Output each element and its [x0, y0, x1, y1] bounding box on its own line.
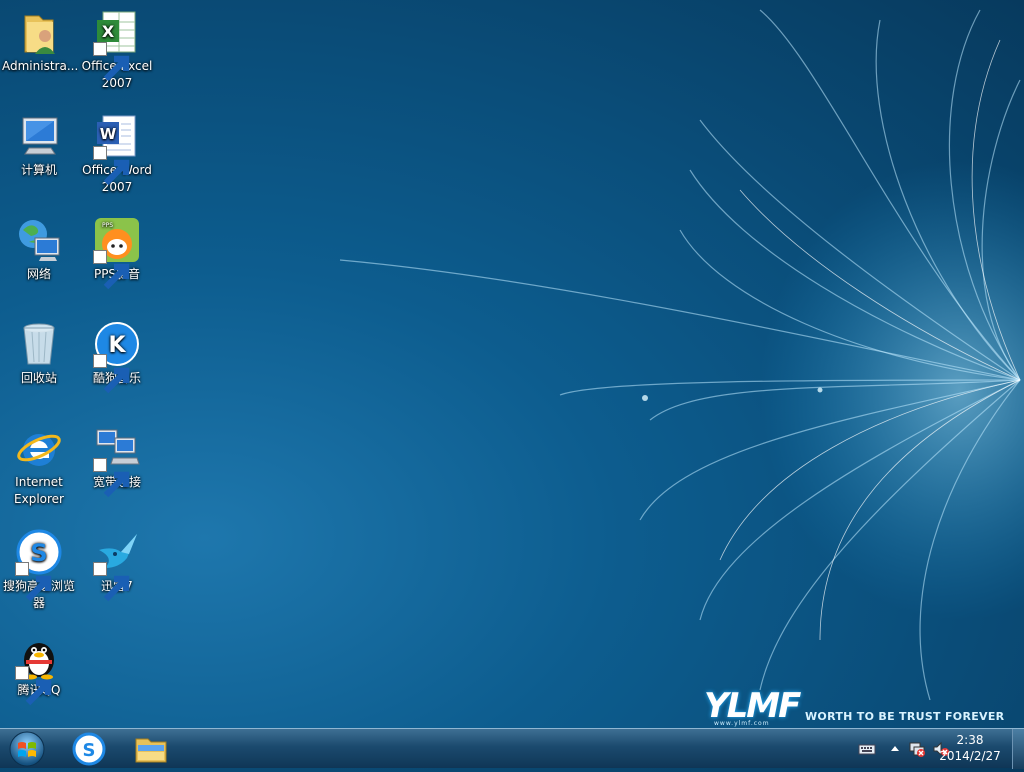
tray-arrow-icon [891, 746, 899, 751]
brand-url: www.ylmf.com [714, 720, 770, 727]
network-icon [19, 220, 60, 261]
desktop-icon-internet-explorer[interactable]: Internet Explorer [0, 418, 78, 508]
internet-explorer-icon [17, 434, 61, 466]
tray-network-status[interactable] [908, 740, 926, 758]
shortcut-arrow-icon [93, 458, 130, 498]
system-tray: 2:38 2014/2/27 [824, 729, 1024, 769]
desktop-icon-label: 网络 [26, 267, 51, 281]
clock[interactable]: 2:38 2014/2/27 [930, 732, 1010, 764]
desktop-icon-pps[interactable]: PPS PPS影音 [78, 210, 156, 290]
desktop-icon-network[interactable]: 网络 [0, 210, 78, 283]
brand-tagline: WORTH TO BE TRUST FOREVER [805, 710, 1005, 723]
tray-keyboard[interactable] [858, 740, 876, 758]
shortcut-arrow-icon [93, 354, 130, 394]
shortcut-arrow-icon [93, 250, 130, 290]
desktop-icon-sogou-browser[interactable]: S 搜狗高速浏览器 [0, 522, 78, 612]
folder-user-icon [24, 15, 55, 54]
desktop-icon-qq[interactable]: 腾讯QQ [0, 626, 78, 706]
desktop-icon-kugou[interactable]: K 酷狗音乐 [78, 314, 156, 394]
desktop-icon-label: Administra... [2, 59, 79, 73]
start-button[interactable] [7, 730, 47, 768]
desktop-icon-label: 回收站 [20, 371, 57, 385]
taskbar-file-explorer[interactable] [123, 731, 179, 767]
brand-watermark: YLMF www.ylmf.com WORTH TO BE TRUST FORE… [700, 684, 1020, 728]
clock-date: 2014/2/27 [939, 749, 1001, 763]
svg-text:X: X [102, 22, 115, 41]
desktop-icon-label: 计算机 [20, 163, 57, 177]
desktop-icon-word[interactable]: W Office Word 2007 [78, 106, 156, 196]
keyboard-icon [858, 744, 876, 755]
file-explorer-icon [135, 738, 167, 763]
shortcut-arrow-icon [15, 562, 52, 602]
taskbar: S 2:38 2014/2/27 [0, 728, 1024, 769]
taskbar-sogou-browser[interactable]: S [61, 731, 117, 767]
recycle-bin-icon [23, 323, 55, 365]
shortcut-arrow-icon [15, 666, 52, 706]
desktop-icon-recycle-bin[interactable]: 回收站 [0, 314, 78, 387]
desktop-icon-computer[interactable]: 计算机 [0, 106, 78, 179]
shortcut-arrow-icon [93, 146, 130, 186]
svg-text:W: W [100, 125, 117, 143]
windows-start-icon [9, 731, 45, 767]
desktop-icon-xunlei[interactable]: 迅雷7 [78, 522, 156, 602]
desktop-icon-excel[interactable]: X Office Excel 2007 [78, 2, 156, 92]
show-desktop-button[interactable] [1012, 729, 1024, 769]
sogou-browser-icon: S [72, 732, 106, 766]
tray-show-hidden[interactable] [886, 740, 904, 758]
clock-time: 2:38 [956, 733, 984, 747]
network-status-icon [909, 742, 925, 757]
desktop-icon-label: Internet Explorer [14, 475, 64, 506]
desktop-icon-administrator[interactable]: Administra... [0, 2, 78, 75]
svg-text:S: S [83, 740, 96, 761]
svg-text:PPS: PPS [102, 222, 113, 229]
desktop-icon-broadband[interactable]: 宽带连接 [78, 418, 156, 498]
shortcut-arrow-icon [93, 42, 130, 82]
computer-icon [22, 117, 58, 155]
shortcut-arrow-icon [93, 562, 130, 602]
